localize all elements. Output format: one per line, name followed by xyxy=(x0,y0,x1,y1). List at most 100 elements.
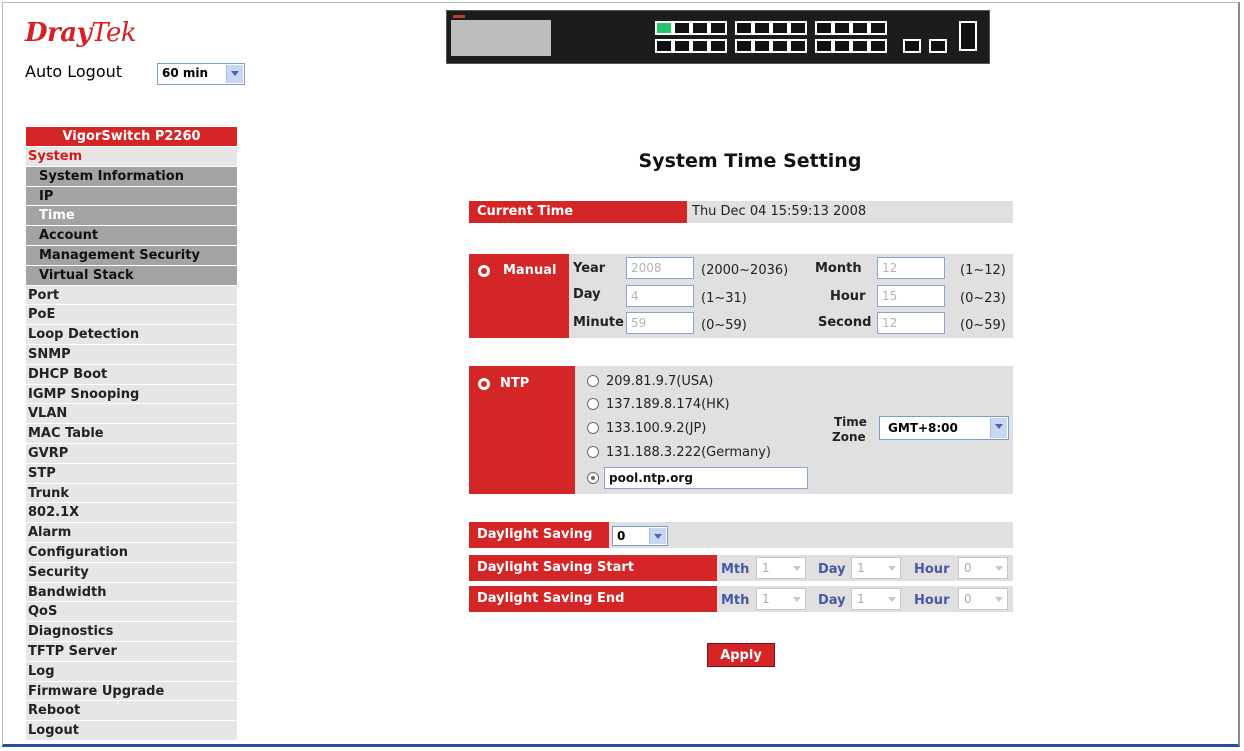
sidebar-item-diagnostics[interactable]: Diagnostics xyxy=(26,622,237,642)
port-indicator xyxy=(833,21,851,35)
port-indicator xyxy=(735,39,753,53)
page-title: System Time Setting xyxy=(638,150,862,172)
ntp-server-custom-input[interactable]: pool.ntp.org xyxy=(604,467,808,489)
ntp-radio[interactable] xyxy=(478,378,490,390)
sidebar-item-ip[interactable]: IP xyxy=(26,186,237,207)
sidebar-item-system-information[interactable]: System Information xyxy=(26,166,237,187)
port-indicator xyxy=(709,39,727,53)
ntp-server-hk: 137.189.8.174(HK) xyxy=(606,397,730,412)
ntp-server-radio-germany[interactable] xyxy=(587,446,599,458)
sidebar-item-snmp[interactable]: SNMP xyxy=(26,344,237,365)
manual-radio[interactable] xyxy=(478,265,490,277)
auto-logout-label: Auto Logout xyxy=(25,62,123,81)
port-indicator xyxy=(771,39,789,53)
second-range: (0~59) xyxy=(960,318,1006,333)
port-indicator xyxy=(655,21,673,35)
month-label: Month xyxy=(815,261,862,276)
sidebar-item-time[interactable]: Time xyxy=(26,206,237,227)
sidebar-item-dhcp-boot[interactable]: DHCP Boot xyxy=(26,364,237,385)
daylight-saving-select[interactable]: 0 xyxy=(612,526,668,546)
port-indicator xyxy=(815,39,833,53)
time-zone-label-1: Time xyxy=(834,415,867,429)
port-indicator xyxy=(833,39,851,53)
switch-front-panel-image xyxy=(446,10,990,64)
hour-label: Hour xyxy=(830,289,866,304)
sidebar-item-system[interactable]: System xyxy=(26,147,237,167)
draytek-logo: DrayTek xyxy=(25,18,137,48)
ntp-server-radio-hk[interactable] xyxy=(587,398,599,410)
daylight-saving-label: Daylight Saving xyxy=(469,522,609,548)
sidebar-item-port[interactable]: Port xyxy=(26,285,237,306)
start-day-select[interactable]: 1 xyxy=(851,557,901,579)
sidebar-item-reboot[interactable]: Reboot xyxy=(26,701,237,722)
sidebar-item-log[interactable]: Log xyxy=(26,661,237,682)
apply-button[interactable]: Apply xyxy=(707,643,775,667)
port-indicator xyxy=(869,21,887,35)
sidebar-item-security[interactable]: Security xyxy=(26,562,237,583)
ntp-server-radio-custom[interactable] xyxy=(587,472,599,484)
sidebar-item-igmp-snooping[interactable]: IGMP Snooping xyxy=(26,384,237,405)
start-mth-select[interactable]: 1 xyxy=(756,557,806,579)
daylight-end-label: Daylight Saving End xyxy=(469,586,717,612)
daylight-start-label: Daylight Saving Start xyxy=(469,555,717,581)
sidebar-item-gvrp[interactable]: GVRP xyxy=(26,443,237,464)
port-indicator xyxy=(735,21,753,35)
end-day-label: Day xyxy=(818,593,846,608)
sidebar-item-account[interactable]: Account xyxy=(26,226,237,246)
time-zone-label-2: Zone xyxy=(832,430,866,444)
end-hour-label: Hour xyxy=(914,593,950,608)
minute-label: Minute xyxy=(573,315,624,330)
port-indicator xyxy=(709,21,727,35)
sidebar-item-vlan[interactable]: VLAN xyxy=(26,404,237,425)
port-indicator xyxy=(789,39,807,53)
port-indicator xyxy=(655,39,673,53)
port-indicator xyxy=(851,39,869,53)
sidebar-item-qos[interactable]: QoS xyxy=(26,602,237,623)
sidebar-item-bandwidth[interactable]: Bandwidth xyxy=(26,582,237,603)
port-indicator xyxy=(771,21,789,35)
ntp-label: NTP xyxy=(500,376,530,391)
sidebar-item-tftp-server[interactable]: TFTP Server xyxy=(26,641,237,662)
sidebar-item-stp[interactable]: STP xyxy=(26,463,237,484)
end-mth-select[interactable]: 1 xyxy=(756,588,806,610)
sidebar-item-mac-table[interactable]: MAC Table xyxy=(26,424,237,444)
port-indicator xyxy=(753,21,771,35)
ntp-server-usa: 209.81.9.7(USA) xyxy=(606,374,714,389)
port-indicator xyxy=(673,39,691,53)
port-indicator xyxy=(691,39,709,53)
end-day-select[interactable]: 1 xyxy=(851,588,901,610)
start-hour-select[interactable]: 0 xyxy=(958,557,1008,579)
sidebar-item-management-security[interactable]: Management Security xyxy=(26,245,237,266)
hour-range: (0~23) xyxy=(960,291,1006,306)
year-input[interactable]: 2008 xyxy=(626,257,694,279)
port-indicator xyxy=(815,21,833,35)
sidebar-item-logout[interactable]: Logout xyxy=(26,721,237,741)
ntp-server-jp: 133.100.9.2(JP) xyxy=(606,421,707,436)
day-label: Day xyxy=(573,287,601,302)
month-input[interactable]: 12 xyxy=(877,257,945,279)
ntp-server-germany: 131.188.3.222(Germany) xyxy=(606,445,772,460)
minute-input[interactable]: 59 xyxy=(626,312,694,334)
sidebar-item-firmware-upgrade[interactable]: Firmware Upgrade xyxy=(26,681,237,702)
sidebar-item-alarm[interactable]: Alarm xyxy=(26,523,237,543)
hour-input[interactable]: 15 xyxy=(877,285,945,307)
console-port-indicator xyxy=(959,21,977,51)
current-time-label: Current Time xyxy=(469,201,687,223)
day-input[interactable]: 4 xyxy=(626,285,694,307)
sidebar-item-trunk[interactable]: Trunk xyxy=(26,483,237,504)
ntp-server-radio-jp[interactable] xyxy=(587,422,599,434)
sidebar-item-loop-detection[interactable]: Loop Detection xyxy=(26,325,237,345)
sidebar-item-poe[interactable]: PoE xyxy=(26,305,237,326)
sidebar-item-configuration[interactable]: Configuration xyxy=(26,542,237,563)
start-hour-label: Hour xyxy=(914,562,950,577)
second-label: Second xyxy=(818,315,872,330)
time-zone-select[interactable]: GMT+8:00 xyxy=(879,416,1009,440)
sidebar-item-8021x[interactable]: 802.1X xyxy=(26,503,237,524)
second-input[interactable]: 12 xyxy=(877,312,945,334)
manual-label: Manual xyxy=(503,263,557,278)
ntp-server-radio-usa[interactable] xyxy=(587,375,599,387)
start-day-label: Day xyxy=(818,562,846,577)
auto-logout-select[interactable]: 60 min xyxy=(157,63,245,85)
sidebar-item-virtual-stack[interactable]: Virtual Stack xyxy=(26,265,237,286)
end-hour-select[interactable]: 0 xyxy=(958,588,1008,610)
